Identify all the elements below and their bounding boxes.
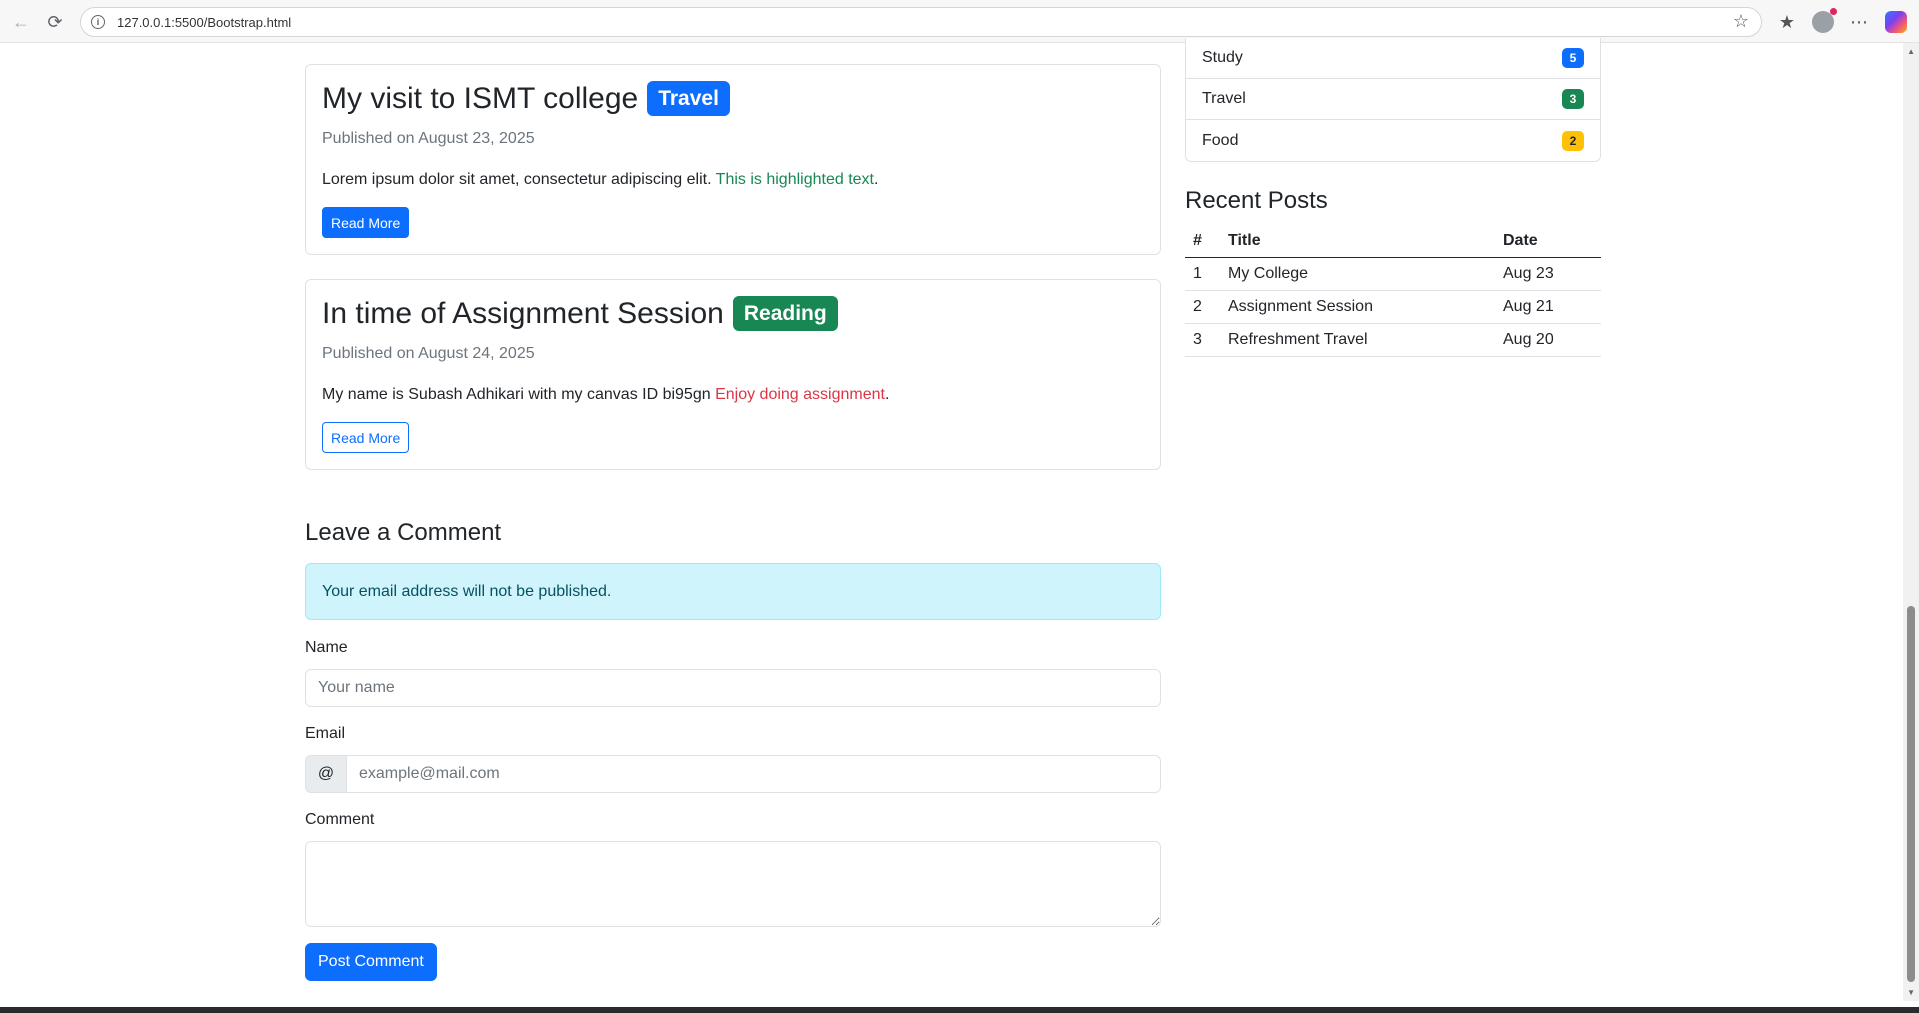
post-badge-travel: Travel [647, 81, 730, 116]
table-header: # [1185, 226, 1220, 258]
info-alert: Your email address will not be published… [305, 563, 1161, 620]
highlighted-text: This is highlighted text [715, 171, 874, 188]
table-header-row: # Title Date [1185, 226, 1601, 258]
back-arrow-icon[interactable]: ← [8, 9, 34, 35]
table-row: 1 My College Aug 23 [1185, 257, 1601, 291]
at-sign-addon: @ [305, 755, 346, 793]
comment-textarea[interactable] [305, 841, 1161, 927]
category-count-badge: 5 [1562, 48, 1584, 68]
post-body-text: Lorem ipsum dolor sit amet, consectetur … [322, 171, 716, 188]
scroll-up-arrow-icon[interactable]: ▲ [1907, 47, 1915, 56]
recent-posts-title: Recent Posts [1185, 187, 1328, 214]
read-more-button-2[interactable]: Read More [322, 422, 410, 453]
post-end-punct: . [873, 171, 879, 188]
email-input[interactable] [346, 755, 1161, 793]
name-input[interactable] [305, 669, 1161, 707]
post-date: Published on August 23, 2025 [322, 130, 535, 147]
post-body-text: My name is Subash Adhikari with my canva… [322, 386, 716, 403]
favorite-star-icon[interactable]: ☆ [1733, 11, 1749, 32]
category-item-food[interactable]: Food 2 [1186, 120, 1600, 161]
email-label: Email [305, 725, 346, 742]
post-title-2: In time of Assignment Session Reading [322, 296, 838, 331]
site-info-icon[interactable]: i [91, 15, 105, 29]
table-row: 3 Refreshment Travel Aug 20 [1185, 323, 1601, 357]
browser-toolbar: ← ⟳ i 127.0.0.1:5500/Bootstrap.html ☆ ★ … [0, 0, 1919, 43]
address-bar[interactable]: i 127.0.0.1:5500/Bootstrap.html ☆ [80, 7, 1762, 37]
category-count-badge: 3 [1562, 89, 1584, 109]
name-label: Name [305, 639, 348, 656]
categories-list: Study 5 Travel 3 Food 2 [1185, 38, 1601, 162]
avatar [1812, 8, 1837, 33]
table-cell: 1 [1185, 257, 1220, 291]
taskbar-strip [0, 1007, 1919, 1013]
copilot-logo [1885, 11, 1907, 33]
favorites-icon[interactable]: ★ [1773, 8, 1801, 36]
table-header: Title [1220, 226, 1495, 258]
url-text: 127.0.0.1:5500/Bootstrap.html [117, 14, 292, 30]
post-comment-button[interactable]: Post Comment [305, 943, 437, 981]
copilot-icon[interactable] [1882, 8, 1910, 36]
post-title-1: My visit to ISMT college Travel [322, 81, 730, 116]
table-row: 2 Assignment Session Aug 21 [1185, 290, 1601, 324]
recent-posts-table: # Title Date 1 My College Aug 23 2 Assig… [1185, 226, 1601, 357]
comment-section-title: Leave a Comment [305, 519, 502, 546]
post-title-text: In time of Assignment Session [322, 296, 724, 330]
table-cell: 2 [1185, 290, 1220, 324]
scroll-down-arrow-icon[interactable]: ▼ [1907, 988, 1915, 997]
email-input-group: @ [305, 755, 1161, 793]
post-text: My name is Subash Adhikari with my canva… [322, 386, 889, 404]
table-cell: My College [1220, 257, 1495, 291]
post-date: Published on August 24, 2025 [322, 345, 535, 362]
table-cell: Assignment Session [1220, 290, 1495, 324]
read-more-button-1[interactable]: Read More [322, 207, 410, 238]
post-card-2: In time of Assignment Session Reading Pu… [305, 279, 1161, 470]
category-name: Food [1202, 131, 1239, 149]
table-header: Date [1495, 226, 1601, 258]
post-title-text: My visit to ISMT college [322, 81, 639, 115]
table-cell: Refreshment Travel [1220, 323, 1495, 357]
post-end-punct: . [884, 386, 890, 403]
category-name: Travel [1202, 90, 1246, 107]
profile-icon[interactable] [1809, 8, 1837, 36]
post-card-1: My visit to ISMT college Travel Publishe… [305, 64, 1161, 255]
more-menu-icon[interactable]: ⋯ [1845, 8, 1873, 36]
table-cell: Aug 21 [1495, 290, 1601, 324]
comment-label: Comment [305, 811, 375, 828]
category-name: Study [1202, 49, 1243, 66]
highlighted-text: Enjoy doing assignment [715, 386, 885, 403]
post-badge-reading: Reading [732, 296, 838, 331]
category-count-badge: 2 [1562, 130, 1584, 151]
reload-icon[interactable]: ⟳ [42, 9, 68, 35]
table-cell: 3 [1185, 323, 1220, 357]
table-cell: Aug 23 [1495, 257, 1601, 291]
category-item-study[interactable]: Study 5 [1186, 38, 1600, 79]
category-item-travel[interactable]: Travel 3 [1186, 79, 1600, 120]
scrollbar-thumb[interactable] [1907, 606, 1915, 982]
table-cell: Aug 20 [1495, 323, 1601, 357]
post-text: Lorem ipsum dolor sit amet, consectetur … [322, 171, 878, 189]
